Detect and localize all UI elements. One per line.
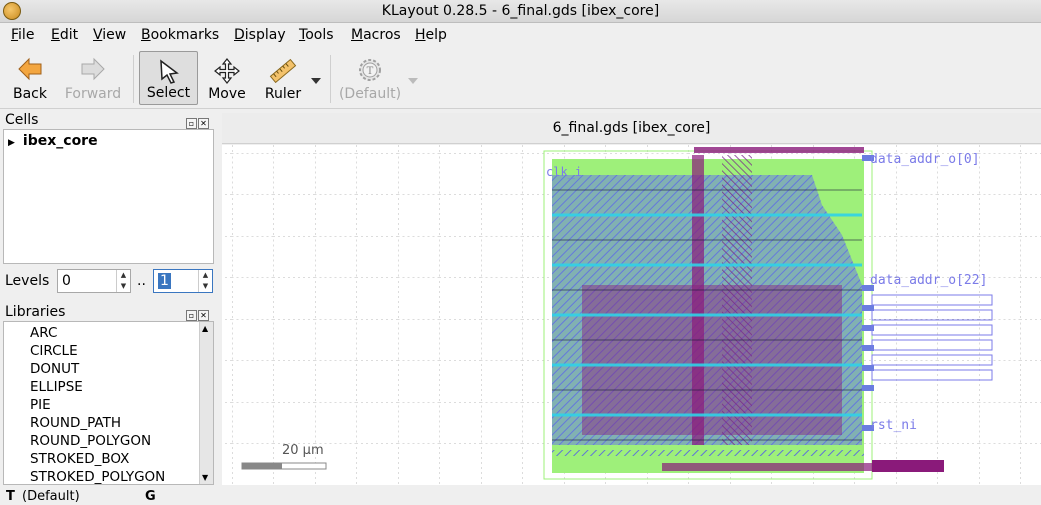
menu-display[interactable]: Display [234,27,286,43]
levels-to-spinbox[interactable]: 1 ▲ ▼ [153,269,213,293]
toolbar-separator [133,55,134,103]
title-bar: KLayout 0.28.5 - 6_final.gds [ibex_core] [0,0,1041,23]
library-item[interactable]: ELLIPSE [30,379,83,395]
cells-panel-title: Cells [5,112,39,128]
pin-label-left: clk_i [546,165,583,179]
text-tool-icon: T [6,489,15,504]
layout-view-title: 6_final.gds [ibex_core] [552,120,711,136]
close-icon[interactable]: ✕ [198,118,209,129]
library-item[interactable]: STROKED_POLYGON [30,469,165,484]
chevron-down-icon [311,78,321,84]
scale-label: 20 µm [282,443,324,458]
chevron-down-icon [408,78,418,84]
back-button[interactable]: Back [2,51,58,105]
library-item[interactable]: STROKED_BOX [30,451,129,467]
gear-t-icon: T [359,59,381,81]
forward-arrow-icon [81,57,105,81]
spin-arrows-icon[interactable]: ▲ ▼ [198,270,212,292]
move-arrows-icon [214,58,240,84]
window-title: KLayout 0.28.5 - 6_final.gds [ibex_core] [381,3,660,19]
menu-bookmarks[interactable]: Bookmarks [141,27,219,43]
pin-label-bottom: rst_ni [870,418,917,433]
scroll-down-icon[interactable]: ▼ [202,473,208,482]
libraries-panel-title: Libraries [5,304,66,320]
forward-button[interactable]: Forward [62,51,124,105]
library-item[interactable]: ROUND_PATH [30,415,121,431]
library-item[interactable]: ROUND_POLYGON [30,433,151,449]
layout-canvas[interactable]: data_addr_o[0] data_addr_o[22] rst_ni cl… [222,145,1041,485]
library-item[interactable]: DONUT [30,361,79,377]
libraries-list[interactable]: ARC CIRCLE DONUT ELLIPSE PIE ROUND_PATH … [3,321,214,485]
pin-label-top: data_addr_o[0] [870,152,980,167]
library-item[interactable]: CIRCLE [30,343,78,359]
status-grid: G [145,489,156,504]
close-icon[interactable]: ✕ [198,310,209,321]
menu-tools[interactable]: Tools [299,27,334,43]
ruler-dropdown-button[interactable] [308,51,324,105]
cells-tree[interactable]: ▶ ibex_core [3,129,214,264]
ruler-button[interactable]: Ruler [258,51,308,105]
scroll-up-icon[interactable]: ▲ [202,324,208,333]
toolbar-separator [330,55,331,103]
cells-dock-buttons: ▫ ✕ [186,114,210,129]
levels-label: Levels [5,273,50,289]
menu-file[interactable]: File [11,27,34,43]
menu-edit[interactable]: Edit [51,27,78,43]
spin-arrows-icon[interactable]: ▲ ▼ [116,270,130,292]
default-macro-button[interactable]: T (Default) [336,51,404,105]
move-button[interactable]: Move [202,51,252,105]
levels-separator: .. [137,273,146,289]
status-bar: T (Default) G [0,487,1041,505]
default-dropdown-button[interactable] [405,51,421,105]
float-icon[interactable]: ▫ [186,118,197,129]
levels-from-spinbox[interactable]: 0 ▲ ▼ [57,269,131,293]
toolbar: Back Forward Select Move Ruler T (Defaul… [0,47,1041,109]
svg-text:T: T [367,66,374,77]
select-button[interactable]: Select [139,51,198,105]
back-arrow-icon [18,57,42,81]
menu-help[interactable]: Help [415,27,447,43]
cell-tree-item[interactable]: ▶ ibex_core [8,133,98,149]
float-icon[interactable]: ▫ [186,310,197,321]
layout-drawing [222,145,1041,485]
libraries-dock-buttons: ▫ ✕ [186,306,210,321]
pin-label-mid: data_addr_o[22] [870,273,988,288]
library-item[interactable]: PIE [30,397,51,413]
expand-arrow-icon[interactable]: ▶ [8,138,15,148]
layout-view-tab[interactable]: 6_final.gds [ibex_core] [222,113,1041,144]
menu-bar: File Edit View Bookmarks Display Tools M… [0,23,1041,47]
menu-view[interactable]: View [93,27,126,43]
libraries-scrollbar[interactable]: ▲ ▼ [199,322,213,484]
status-tool: (Default) [22,489,80,504]
ruler-icon [269,58,297,84]
menu-macros[interactable]: Macros [351,27,401,43]
library-item[interactable]: ARC [30,325,57,341]
select-cursor-icon [159,59,179,84]
